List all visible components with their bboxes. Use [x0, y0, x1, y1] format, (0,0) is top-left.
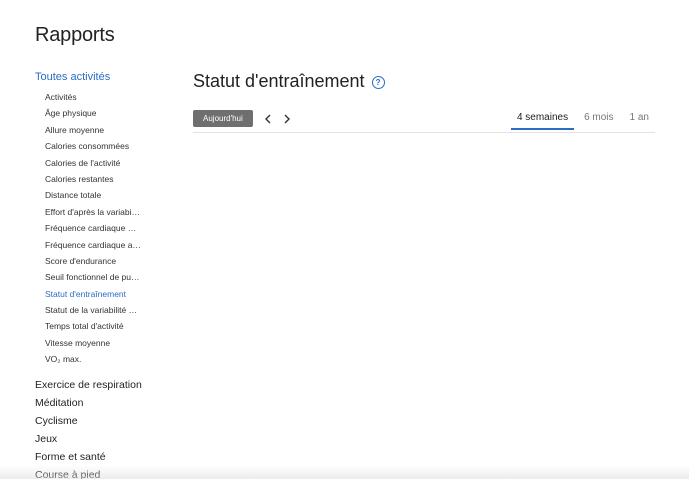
- main-content: Statut d'entraînement ? Aujourd'hui 4 se…: [193, 66, 655, 133]
- sidebar-sub-item[interactable]: Fréquence cardiaque maximale: [35, 220, 141, 236]
- sidebar-category[interactable]: Méditation: [35, 394, 175, 412]
- report-title: Statut d'entraînement: [193, 70, 365, 91]
- sidebar-category[interactable]: Jeux: [35, 430, 175, 448]
- range-tab[interactable]: 1 an: [624, 109, 655, 128]
- question-circle-icon[interactable]: ?: [371, 76, 385, 89]
- sidebar-category[interactable]: Forme et santé: [35, 448, 175, 466]
- sidebar-category[interactable]: Cyclisme: [35, 412, 175, 430]
- range-tabs: 4 semaines 6 mois 1 an: [507, 109, 655, 132]
- today-button[interactable]: Aujourd'hui: [193, 110, 253, 127]
- sidebar-sub-item[interactable]: Allure moyenne: [35, 122, 141, 138]
- sidebar-sub-item[interactable]: Fréquence cardiaque au repos: [35, 237, 141, 253]
- sidebar: Toutes activités Activités Âge physique Al…: [35, 68, 175, 479]
- sidebar-category[interactable]: Course à pied: [35, 466, 175, 479]
- chevron-left-icon[interactable]: [261, 110, 275, 127]
- sidebar-sub-item[interactable]: Statut d'entraînement: [35, 286, 141, 302]
- chevron-right-icon[interactable]: [280, 110, 294, 127]
- main-title-row: Statut d'entraînement ?: [193, 66, 655, 96]
- date-toolbar: Aujourd'hui 4 semaines 6 mois 1 an: [193, 109, 655, 133]
- sidebar-sub-item[interactable]: Activités: [35, 89, 141, 105]
- sidebar-sub-item[interactable]: Calories de l'activité: [35, 155, 141, 171]
- sidebar-sub-item[interactable]: Statut de la variabilité de la fréquence…: [35, 302, 141, 318]
- sidebar-sub-item[interactable]: Temps total d'activité: [35, 318, 141, 334]
- page-title: Rapports: [35, 24, 115, 46]
- reports-page: Rapports Toutes activités Activités Âge p…: [0, 0, 689, 479]
- sidebar-category-list: Exercice de respiration Méditation Cyclism…: [35, 376, 175, 479]
- sidebar-sub-item[interactable]: Effort d'après la variabilité de la fréq…: [35, 204, 141, 220]
- sidebar-category[interactable]: Exercice de respiration: [35, 376, 175, 394]
- sidebar-category-all-activities[interactable]: Toutes activités: [35, 68, 175, 86]
- sidebar-sub-item[interactable]: VO₂ max.: [35, 351, 141, 367]
- sidebar-sub-item[interactable]: Seuil fonctionnel de puissance: [35, 269, 141, 285]
- sidebar-sub-list: Activités Âge physique Allure moyenne Calor…: [35, 89, 175, 368]
- sidebar-sub-item[interactable]: Vitesse moyenne: [35, 335, 141, 351]
- sidebar-sub-item[interactable]: Calories restantes: [35, 171, 141, 187]
- sidebar-sub-item[interactable]: Distance totale: [35, 187, 141, 203]
- range-tab[interactable]: 4 semaines: [510, 109, 575, 130]
- range-tab[interactable]: 6 mois: [578, 109, 619, 128]
- sidebar-sub-item[interactable]: Score d'endurance: [35, 253, 141, 269]
- sidebar-sub-item[interactable]: Âge physique: [35, 105, 141, 121]
- sidebar-sub-item[interactable]: Calories consommées: [35, 138, 141, 154]
